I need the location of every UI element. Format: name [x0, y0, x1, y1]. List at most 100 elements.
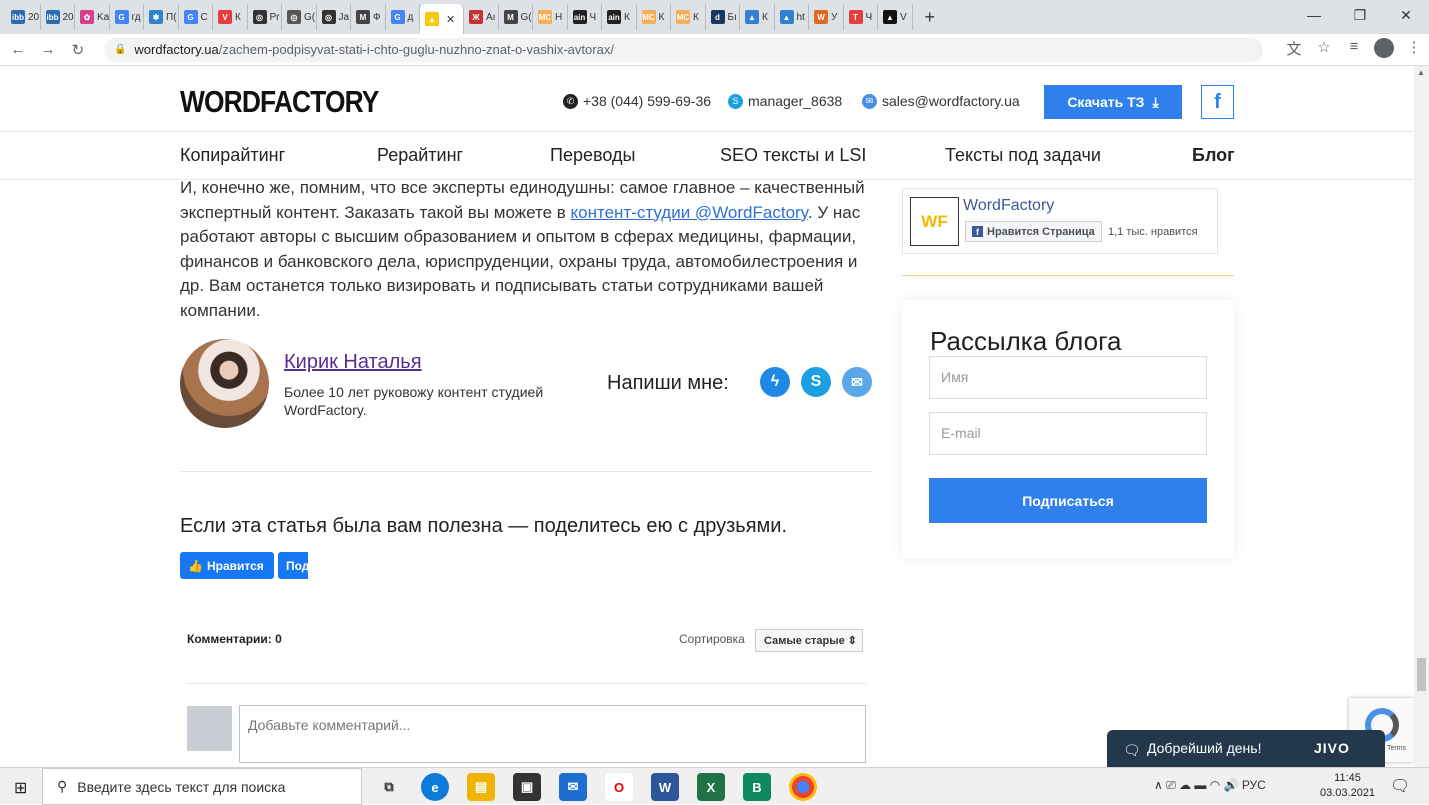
comment-input[interactable]: Добавьте комментарий... — [239, 705, 866, 763]
browser-tab[interactable]: ◎ Рr — [248, 4, 282, 30]
skype-contact-icon[interactable]: S — [801, 367, 831, 397]
browser-tab[interactable]: Gд — [386, 4, 420, 30]
file-explorer-icon[interactable]: ▤ — [467, 773, 495, 801]
email-contact-icon[interactable]: ✉ — [842, 367, 872, 397]
browser-menu-icon[interactable]: ⋮ — [1399, 38, 1429, 62]
browser-tab[interactable]: ◎ G( — [282, 4, 317, 30]
fb-page-name[interactable]: WordFactory — [963, 197, 1054, 215]
task-view-icon[interactable]: ⧉ — [375, 773, 403, 801]
skype-icon: S — [728, 93, 743, 109]
email-input[interactable]: E-mail — [929, 412, 1207, 455]
like-label: Нравится — [206, 558, 264, 573]
browser-tab[interactable]: ◎ Ja — [317, 4, 351, 30]
tab-favicon-icon: ◎ — [252, 10, 267, 24]
tab-favicon-icon: G — [183, 10, 198, 24]
close-tab-icon[interactable]: ✕ — [446, 13, 455, 26]
excel-icon[interactable]: X — [697, 773, 725, 801]
browser-tab[interactable]: MC Н — [533, 4, 568, 30]
browser-tab[interactable]: ibb 20 — [41, 4, 75, 30]
browser-tab[interactable]: ain К — [602, 4, 637, 30]
notification-icon[interactable]: 🗨 — [1390, 776, 1410, 796]
facebook-button[interactable]: f — [1201, 85, 1234, 119]
browser-tab[interactable]: ✿ Ka — [75, 4, 110, 30]
author-name-link[interactable]: Кирик Наталья — [284, 351, 422, 374]
scroll-thumb[interactable] — [1417, 658, 1426, 691]
browser-tab[interactable]: ain Ч — [568, 4, 602, 30]
page-scrollbar[interactable]: ▲ — [1414, 66, 1429, 767]
clock[interactable]: 11:45 03.03.2021 — [1320, 771, 1375, 801]
language-indicator[interactable]: РУС — [1242, 778, 1266, 792]
close-window-button[interactable]: ✕ — [1383, 0, 1429, 30]
site-logo[interactable]: WORDFACTORY — [180, 84, 379, 120]
profile-avatar[interactable] — [1369, 37, 1399, 62]
tab-favicon-icon: M — [356, 10, 370, 24]
mail-app-icon[interactable]: ✉ — [559, 773, 587, 801]
menu-item-translations[interactable]: Переводы — [550, 145, 635, 166]
messenger-icon[interactable]: ϟ — [760, 367, 790, 397]
name-input[interactable]: Имя — [929, 356, 1207, 399]
browser-tab[interactable]: M G( — [499, 4, 533, 30]
opera-icon[interactable]: O — [605, 773, 633, 801]
menu-item-custom-texts[interactable]: Тексты под задачи — [945, 145, 1101, 166]
word-icon[interactable]: W — [651, 773, 679, 801]
system-tray[interactable]: ∧ ⎚ ☁ ▬ ◠ 🔊 РУС — [1154, 778, 1266, 793]
tab-favicon-icon: ▲ — [883, 10, 897, 24]
browser-tab[interactable]: ibb 20 — [6, 4, 41, 30]
store-icon[interactable]: ▣ — [513, 773, 541, 801]
tab-favicon-icon: MC — [641, 10, 656, 24]
studio-link[interactable]: контент-студии @WordFactory — [571, 203, 808, 222]
download-tz-button[interactable]: Скачать ТЗ ⤓ — [1044, 85, 1182, 119]
tab-title: Рr — [269, 11, 280, 23]
browser-tab[interactable]: ▲ К — [740, 4, 775, 30]
menu-item-copywriting[interactable]: Копирайтинг — [180, 145, 285, 166]
tab-favicon-icon: ▲ — [745, 10, 759, 24]
browser-tab[interactable]: GС — [179, 4, 213, 30]
browser-tab[interactable]: Gгд — [110, 4, 144, 30]
phone-contact[interactable]: ✆ +38 (044) 599-69-36 — [563, 93, 711, 109]
menu-item-blog[interactable]: Блог — [1192, 145, 1235, 166]
wordfactory-logo[interactable]: WF — [910, 197, 959, 246]
menu-item-rewriting[interactable]: Рерайтинг — [377, 145, 463, 166]
window-controls: — ❐ ✕ — [1291, 0, 1429, 30]
bookmark-star-icon[interactable]: ☆ — [1309, 38, 1339, 62]
browser-tab[interactable]: MC К — [671, 4, 706, 30]
app-icon[interactable]: B — [743, 773, 771, 801]
fb-like-button[interactable]: 👍 Нравится — [180, 552, 274, 579]
browser-tab[interactable]: ✱ П( — [144, 4, 179, 30]
back-icon[interactable]: ← — [6, 41, 30, 58]
browser-tab[interactable]: d Бı — [706, 4, 740, 30]
tab-title: 20 — [62, 11, 74, 23]
maximize-button[interactable]: ❐ — [1337, 0, 1383, 30]
fb-share-button[interactable]: Под — [278, 552, 308, 579]
skype-contact[interactable]: Smanager_8638 — [728, 93, 842, 109]
jivo-chat-widget[interactable]: 🗨 Добрейший день! JIVO — [1107, 730, 1385, 767]
browser-tab[interactable]: ▲ V — [878, 4, 913, 30]
subscribe-button[interactable]: Подписаться — [929, 478, 1207, 523]
forward-icon[interactable]: → — [36, 41, 60, 58]
scroll-up-icon[interactable]: ▲ — [1417, 68, 1425, 77]
reload-icon[interactable]: ↻ — [66, 41, 90, 59]
email-contact[interactable]: ✉ sales@wordfactory.ua — [862, 93, 1020, 109]
browser-tab[interactable]: VК — [213, 4, 248, 30]
recaptcha-terms[interactable]: Terms — [1387, 745, 1406, 752]
translate-icon[interactable]: 文 — [1279, 38, 1309, 62]
browser-tab[interactable]: MC К — [637, 4, 671, 30]
windows-start-icon[interactable]: ⊞ — [14, 778, 27, 798]
url-field[interactable]: 🔒 wordfactory.ua/zachem-podpisyvat-stati… — [103, 37, 1264, 62]
minimize-button[interactable]: — — [1291, 0, 1337, 30]
browser-tab[interactable]: ▲ ✕ — [420, 4, 464, 34]
browser-tab[interactable]: MФ — [351, 4, 386, 30]
new-tab-button[interactable]: + — [925, 7, 936, 28]
browser-tab[interactable]: WУ — [809, 4, 844, 30]
menu-item-seo[interactable]: SEO тексты и LSI — [720, 145, 866, 166]
sort-select[interactable]: Самые старые ⇕ — [755, 629, 863, 652]
fb-like-page-button[interactable]: f Нравится Страница — [965, 221, 1102, 242]
browser-tab[interactable]: Ж Аı — [464, 4, 499, 30]
web-page: WORDFACTORY ✆ +38 (044) 599-69-36 Smanage… — [0, 66, 1414, 767]
browser-tab[interactable]: ▲ ht — [775, 4, 809, 30]
browser-tab[interactable]: TЧ — [844, 4, 878, 30]
chrome-icon[interactable] — [789, 773, 817, 801]
edge-icon[interactable]: e — [421, 773, 449, 801]
taskbar-search[interactable]: ⚲ Введите здесь текст для поиска — [42, 768, 362, 805]
reading-list-icon[interactable]: ≡ — [1339, 38, 1369, 62]
